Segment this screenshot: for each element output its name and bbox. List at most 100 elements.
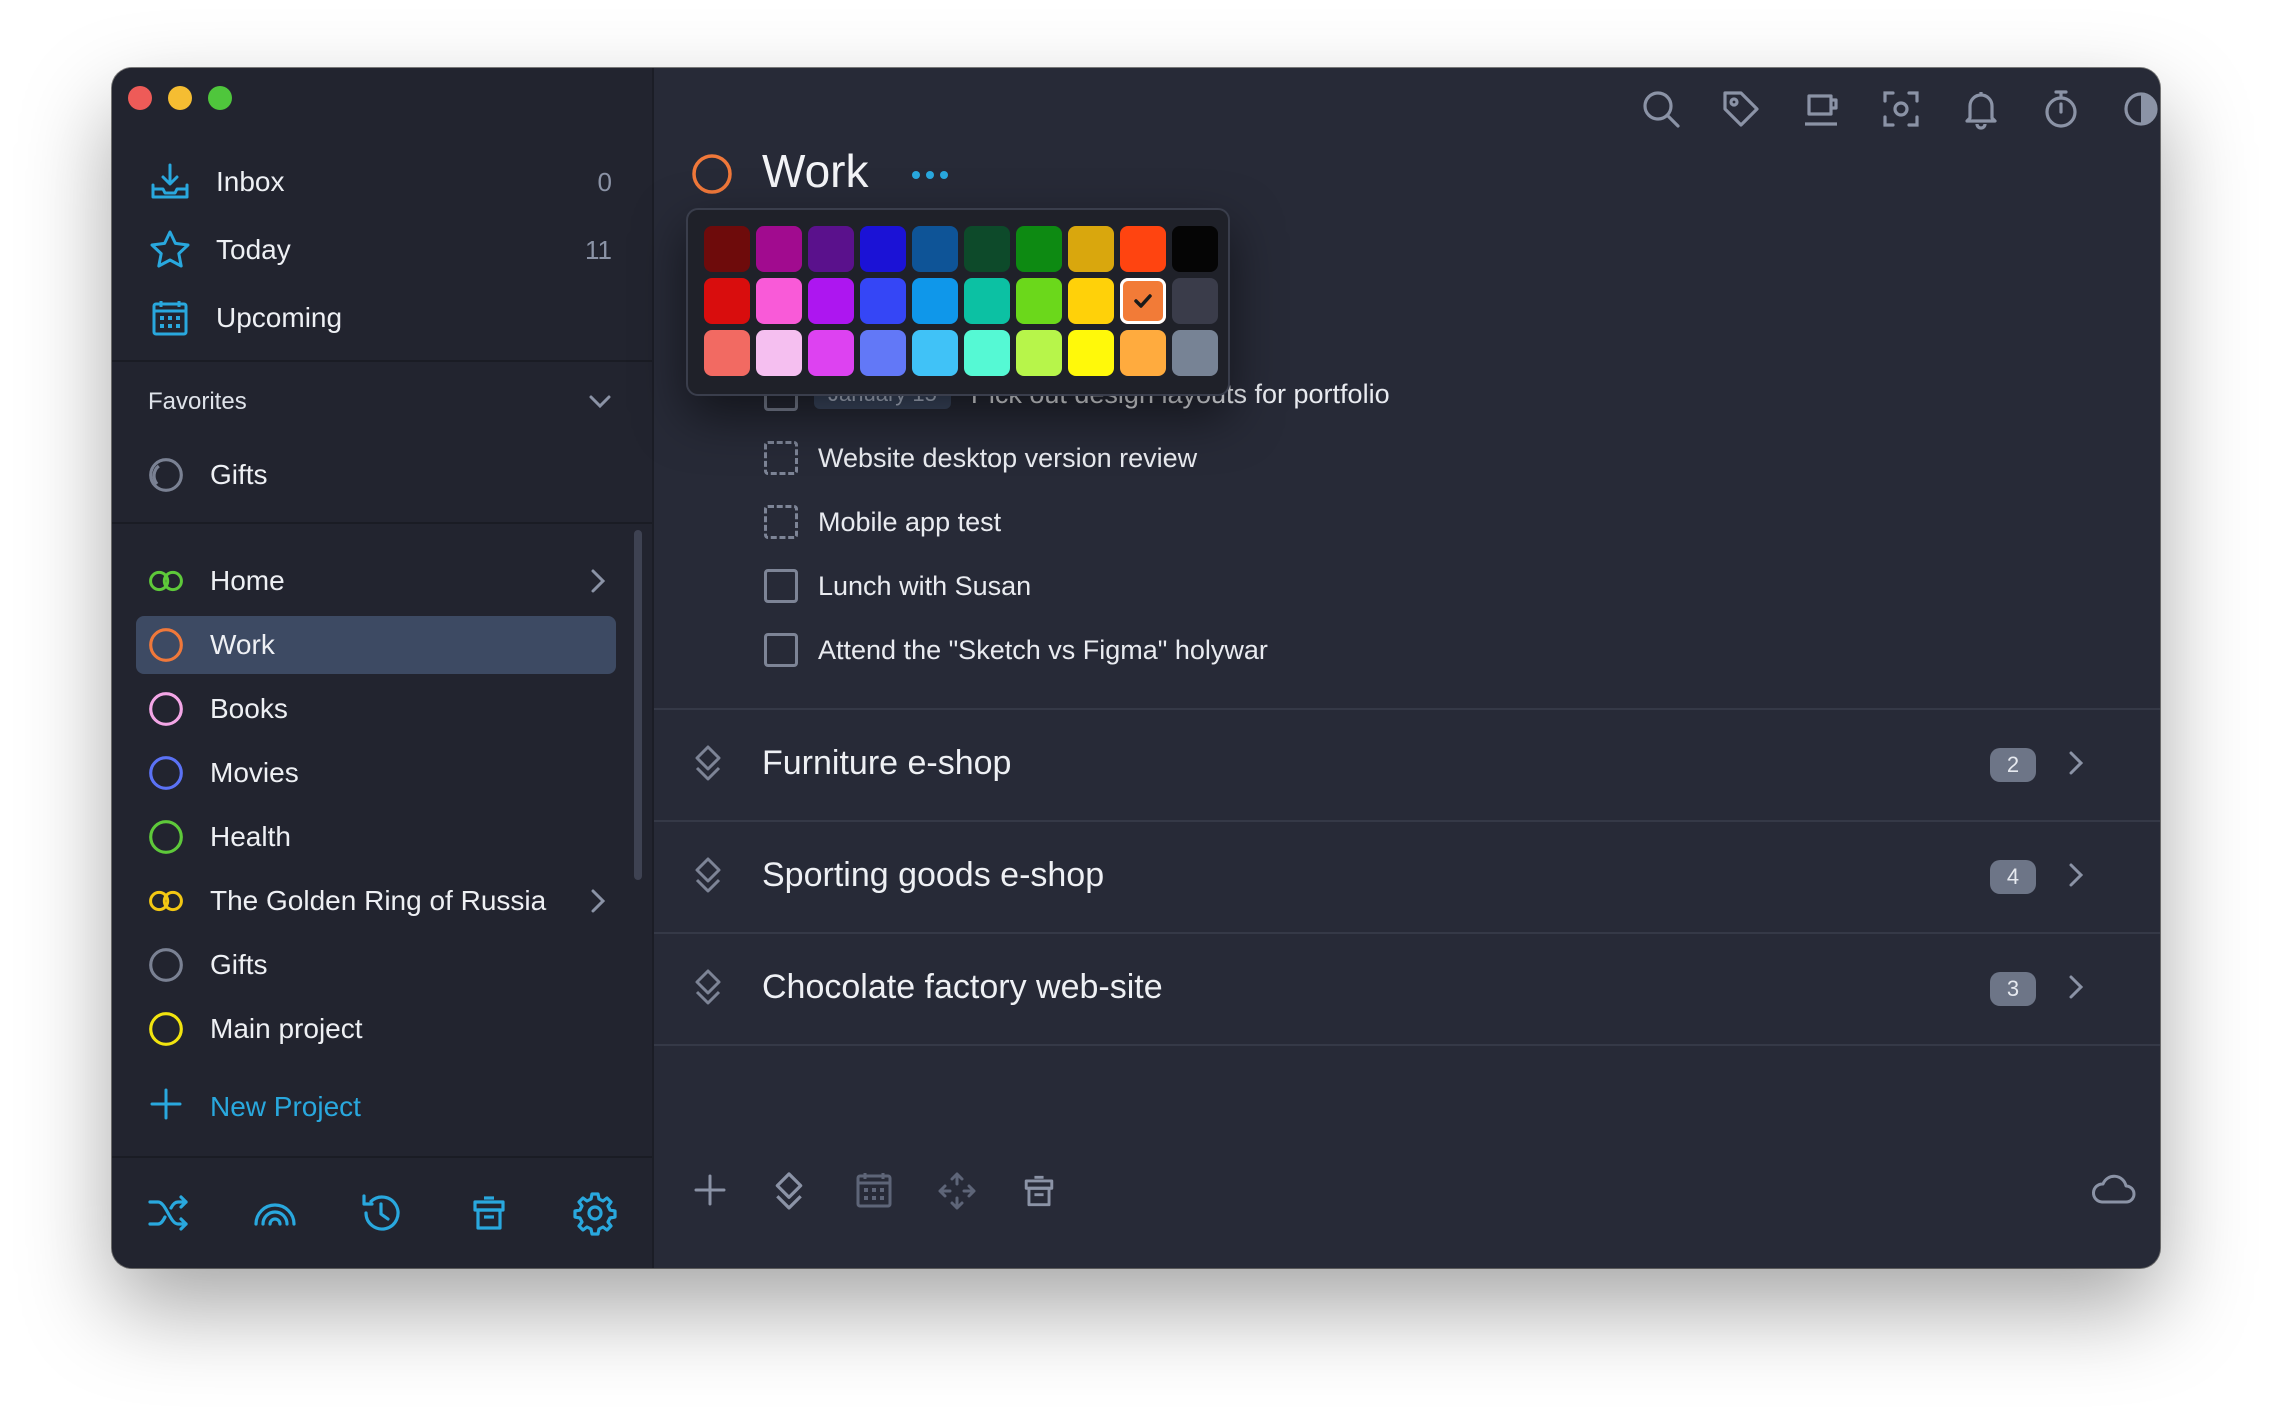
- task-item[interactable]: Mobile app test: [764, 502, 1001, 542]
- sidebar-item-movies[interactable]: Movies: [136, 744, 616, 802]
- close-window-button[interactable]: [128, 86, 152, 110]
- sidebar-item-label: The Golden Ring of Russia: [210, 885, 547, 916]
- color-swatch[interactable]: [964, 330, 1010, 376]
- sidebar-item-gifts[interactable]: Gifts: [136, 936, 616, 994]
- color-swatch[interactable]: [912, 278, 958, 324]
- color-swatch[interactable]: [860, 278, 906, 324]
- subproject-icon: [692, 744, 724, 789]
- count-badge: 4: [1990, 860, 2036, 894]
- sidebar-item-label: Work: [210, 629, 275, 660]
- task-checkbox[interactable]: [764, 441, 798, 475]
- sidebar-item-health[interactable]: Health: [136, 808, 616, 866]
- color-swatch[interactable]: [912, 226, 958, 272]
- calendar-grid-icon[interactable]: [854, 1170, 898, 1214]
- chevron-right-icon[interactable]: [590, 568, 606, 599]
- subproject-row-furniture[interactable]: Furniture e-shop 2: [654, 708, 2160, 820]
- sidebar-item-label: Movies: [210, 757, 299, 788]
- move-icon[interactable]: [936, 1170, 980, 1214]
- circle-icon: [148, 947, 184, 983]
- color-swatch[interactable]: [1068, 330, 1114, 376]
- gear-icon[interactable]: [572, 1190, 620, 1238]
- subproject-row-sporting-goods[interactable]: Sporting goods e-shop 4: [654, 820, 2160, 932]
- task-item[interactable]: Website desktop version review: [764, 438, 1197, 478]
- focus-icon[interactable]: [1880, 88, 1924, 132]
- subproject-icon[interactable]: [772, 1170, 816, 1214]
- task-checkbox[interactable]: [764, 505, 798, 539]
- color-swatch[interactable]: [964, 226, 1010, 272]
- sidebar-item-inbox[interactable]: Inbox 0: [136, 152, 730, 212]
- color-swatch[interactable]: [756, 226, 802, 272]
- add-icon[interactable]: [690, 1170, 734, 1214]
- tag-icon[interactable]: [1720, 88, 1764, 132]
- color-swatch[interactable]: [1016, 330, 1062, 376]
- color-swatch[interactable]: [1068, 278, 1114, 324]
- color-swatch[interactable]: [1068, 226, 1114, 272]
- bell-icon[interactable]: [1960, 88, 2004, 132]
- count-badge: 3: [1990, 972, 2036, 1006]
- trash-icon[interactable]: [1018, 1170, 1062, 1214]
- color-swatch[interactable]: [1120, 226, 1166, 272]
- color-swatch[interactable]: [756, 278, 802, 324]
- inbox-count: 0: [597, 166, 612, 197]
- history-icon[interactable]: [358, 1190, 406, 1238]
- sidebar-item-main-project[interactable]: Main project: [136, 1000, 616, 1058]
- contrast-icon[interactable]: [2120, 88, 2160, 132]
- color-swatch[interactable]: [704, 226, 750, 272]
- sidebar-item-today[interactable]: Today 11: [136, 220, 730, 280]
- coffee-cup-icon[interactable]: [1800, 88, 1844, 132]
- color-swatch[interactable]: [1120, 278, 1166, 324]
- inbox-tray-icon: [148, 160, 192, 204]
- task-title: Mobile app test: [818, 506, 1002, 537]
- sidebar-item-work[interactable]: Work: [136, 616, 616, 674]
- color-swatch[interactable]: [1016, 278, 1062, 324]
- sidebar-item-books[interactable]: Books: [136, 680, 616, 738]
- color-swatch[interactable]: [860, 226, 906, 272]
- more-options-icon[interactable]: [910, 168, 950, 186]
- page-title[interactable]: Work: [762, 144, 869, 198]
- minimize-window-button[interactable]: [168, 86, 192, 110]
- color-swatch[interactable]: [808, 278, 854, 324]
- color-swatch[interactable]: [704, 330, 750, 376]
- color-swatch[interactable]: [1172, 278, 1218, 324]
- chevron-down-icon[interactable]: [588, 394, 612, 415]
- task-item[interactable]: Attend the "Sketch vs Figma" holywar: [764, 630, 1268, 670]
- color-swatch[interactable]: [756, 330, 802, 376]
- sidebar-item-label: Today: [216, 234, 291, 265]
- sidebar-item-home[interactable]: Home: [136, 552, 616, 610]
- trash-icon[interactable]: [466, 1190, 514, 1238]
- color-swatch[interactable]: [1172, 226, 1218, 272]
- task-checkbox[interactable]: [764, 633, 798, 667]
- search-icon[interactable]: [1640, 88, 1684, 132]
- today-count: 11: [585, 234, 612, 265]
- shuffle-icon[interactable]: [146, 1190, 194, 1238]
- color-swatch[interactable]: [860, 330, 906, 376]
- new-project-button[interactable]: New Project: [148, 1086, 361, 1127]
- color-swatch[interactable]: [1120, 330, 1166, 376]
- sidebar: Inbox 0 Today 11 Upcoming Favorites Gift…: [112, 68, 654, 1268]
- color-swatch[interactable]: [808, 330, 854, 376]
- color-swatch[interactable]: [1016, 226, 1062, 272]
- chevron-right-icon[interactable]: [590, 888, 606, 919]
- sidebar-item-label: Inbox: [216, 166, 285, 197]
- sidebar-item-upcoming[interactable]: Upcoming: [136, 288, 730, 348]
- zoom-window-button[interactable]: [208, 86, 232, 110]
- color-swatch[interactable]: [912, 330, 958, 376]
- favorite-item-gifts[interactable]: Gifts: [136, 446, 616, 504]
- project-color-button[interactable]: [690, 152, 734, 201]
- color-swatch[interactable]: [964, 278, 1010, 324]
- task-item[interactable]: Lunch with Susan: [764, 566, 1031, 606]
- subproject-title: Sporting goods e-shop: [762, 856, 1105, 894]
- task-title: Lunch with Susan: [818, 570, 1032, 601]
- stopwatch-icon[interactable]: [2040, 88, 2084, 132]
- new-project-label: New Project: [210, 1090, 361, 1122]
- star-icon: [148, 228, 192, 272]
- color-swatch[interactable]: [704, 278, 750, 324]
- cloud-icon[interactable]: [2090, 1170, 2136, 1214]
- subproject-row-chocolate-factory[interactable]: Chocolate factory web-site 3: [654, 932, 2160, 1046]
- color-swatch[interactable]: [808, 226, 854, 272]
- task-checkbox[interactable]: [764, 569, 798, 603]
- sidebar-item-golden-ring[interactable]: The Golden Ring of Russia: [136, 872, 616, 930]
- color-swatch[interactable]: [1172, 330, 1218, 376]
- sidebar-scrollbar[interactable]: [634, 530, 642, 880]
- rainbow-icon[interactable]: [252, 1190, 300, 1238]
